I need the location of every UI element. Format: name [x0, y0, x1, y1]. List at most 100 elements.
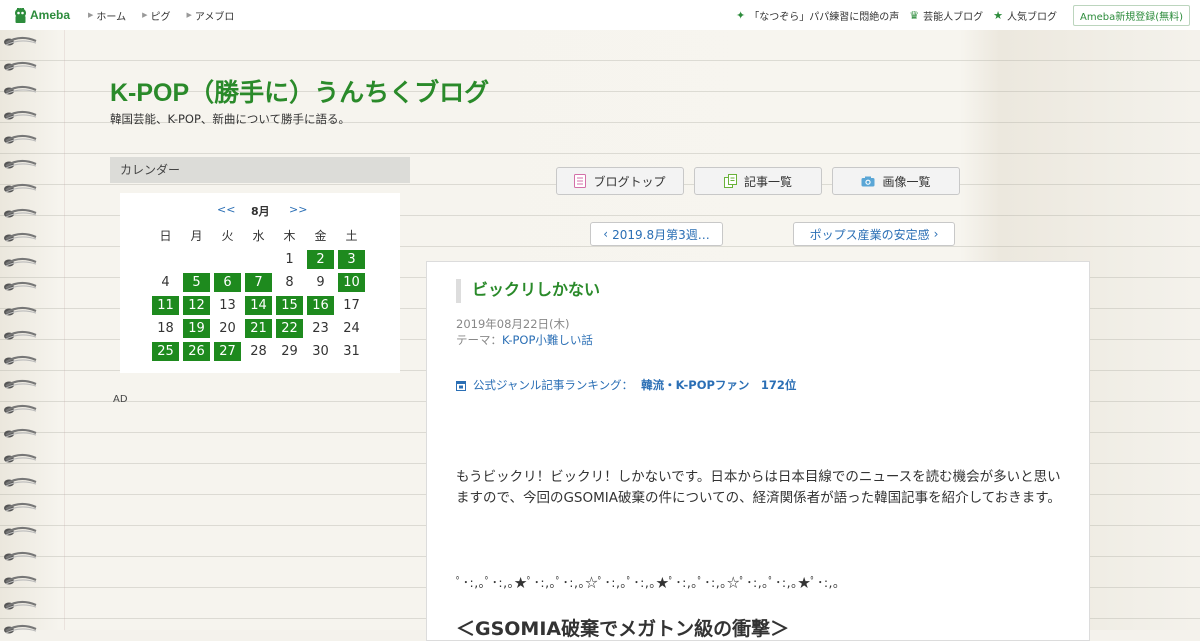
- spiral-ring: [2, 425, 38, 438]
- calendar-day-link[interactable]: 10: [338, 273, 365, 292]
- ranking-value: 韓流・K-POPファン 172位: [641, 378, 797, 392]
- calendar-widget: << 8月 >> 日月火水木金土 1 2 3 4 5 6 7 8 9 10 11 12 13 14 15 16 1…: [120, 193, 400, 373]
- ad-label: AD: [113, 394, 128, 405]
- calendar-day: 23: [312, 321, 329, 336]
- spiral-ring: [2, 156, 38, 169]
- spiral-ring: [2, 474, 38, 487]
- spiral-ring: [2, 401, 38, 414]
- article-list-button[interactable]: 記事一覧: [694, 167, 822, 195]
- caret-right-icon: ▶: [142, 11, 148, 19]
- star-icon: ★: [993, 8, 1003, 22]
- prev-entry-link[interactable]: ‹ 2019.8月第3週…: [590, 222, 723, 246]
- nav-home-label: ホーム: [96, 11, 127, 23]
- celebrity-blog-link[interactable]: ♛ 芸能人ブログ: [909, 8, 983, 23]
- calendar-empty-cell: [245, 250, 272, 269]
- calendar-day: 8: [285, 275, 294, 290]
- entry-body: もうビックリ！ビックリ！しかないです。日本からは日本目線でのニュースを読む機会が…: [456, 469, 1061, 506]
- image-list-button[interactable]: 画像一覧: [832, 167, 960, 195]
- calendar-weekday: 木: [283, 229, 296, 243]
- spiral-ring: [2, 548, 38, 561]
- calendar-week-row: 18 19 20 21 22 23 24: [152, 319, 369, 342]
- spiral-ring: [2, 621, 38, 634]
- calendar-day-link[interactable]: 12: [183, 296, 210, 315]
- calendar-day: 1: [285, 252, 294, 267]
- calendar-day-link[interactable]: 25: [152, 342, 179, 361]
- nav-pigg[interactable]: ▶ ピグ: [142, 8, 170, 23]
- chevron-right-icon: ›: [933, 227, 939, 241]
- spiral-ring: [2, 82, 38, 95]
- copy-icon: [723, 174, 737, 188]
- calendar-day: 28: [250, 344, 267, 359]
- calendar-empty-cell: [152, 250, 179, 269]
- nav-ameblo[interactable]: ▶ アメブロ: [186, 8, 234, 23]
- blog-title[interactable]: K-POP（勝手に）うんちくブログ: [110, 73, 489, 109]
- calendar-day: 18: [157, 321, 174, 336]
- calendar-day-link[interactable]: 11: [152, 296, 179, 315]
- crown-icon: ♛: [909, 8, 920, 22]
- spiral-ring: [2, 278, 38, 291]
- calendar-month: 8月: [251, 205, 270, 218]
- spiral-ring: [2, 597, 38, 610]
- calendar-day-link[interactable]: 27: [214, 342, 241, 361]
- calendar-day-link[interactable]: 6: [214, 273, 241, 292]
- global-nav: ▶ ホーム ▶ ピグ ▶ アメブロ: [88, 0, 250, 30]
- calendar-day-link[interactable]: 22: [276, 319, 303, 338]
- theme-prefix: テーマ：: [456, 333, 502, 347]
- calendar-day-link[interactable]: 14: [245, 296, 272, 315]
- ameba-logo[interactable]: Ameba: [13, 5, 70, 25]
- calendar-day-link[interactable]: 15: [276, 296, 303, 315]
- spiral-ring: [2, 303, 38, 316]
- calendar-day-link[interactable]: 3: [338, 250, 365, 269]
- sparkle-icon: ✦: [736, 8, 746, 22]
- calendar-day: 24: [343, 321, 360, 336]
- margin-line: [64, 30, 65, 630]
- trending-topic-label: 「なつぞら」パパ練習に悶絶の声: [749, 11, 900, 23]
- calendar-weekday: 土: [345, 229, 358, 243]
- calendar-prev-month[interactable]: <<: [217, 203, 235, 216]
- calendar-day-link[interactable]: 16: [307, 296, 334, 315]
- image-list-label: 画像一覧: [882, 174, 931, 189]
- calendar-next-month[interactable]: >>: [289, 203, 307, 216]
- calendar-day: 4: [161, 275, 170, 290]
- calendar-day: 9: [316, 275, 325, 290]
- calendar-weekday: 火: [221, 229, 234, 243]
- calendar-day-link[interactable]: 7: [245, 273, 272, 292]
- nav-home[interactable]: ▶ ホーム: [88, 8, 126, 23]
- spiral-ring: [2, 205, 38, 218]
- theme-link[interactable]: K-POP小難しい話: [502, 333, 593, 347]
- calendar-nav: << 8月 >>: [120, 203, 400, 219]
- caret-right-icon: ▶: [186, 11, 192, 19]
- calendar-day-link[interactable]: 19: [183, 319, 210, 338]
- nav-ameblo-label: アメブロ: [194, 11, 235, 23]
- spiral-ring: [2, 131, 38, 144]
- ranking-link[interactable]: 公式ジャンル記事ランキング： 韓流・K-POPファン 172位: [456, 377, 796, 393]
- calendar-weekday-row: 日月火水木金土: [152, 227, 369, 250]
- spiral-ring: [2, 572, 38, 585]
- blog-top-label: ブログトップ: [593, 174, 666, 189]
- popular-blog-link[interactable]: ★ 人気ブログ: [993, 8, 1057, 23]
- calendar-empty-cell: [183, 250, 210, 269]
- next-entry-link[interactable]: ポップス産業の安定感 ›: [793, 222, 955, 246]
- header-links: ✦ 「なつぞら」パパ練習に悶絶の声 ♛ 芸能人ブログ ★ 人気ブログ Ameba新規登…: [736, 0, 1190, 30]
- celebrity-blog-label: 芸能人ブログ: [923, 11, 984, 23]
- blog-description: 韓国芸能、K-POP、新曲について勝手に語る。: [110, 112, 351, 126]
- spiral-ring: [2, 229, 38, 242]
- entry-title[interactable]: ビックリしかない: [456, 279, 600, 303]
- calendar-day: 17: [343, 298, 360, 313]
- register-button[interactable]: Ameba新規登録(無料): [1072, 4, 1190, 26]
- calendar-day-link[interactable]: 2: [307, 250, 334, 269]
- calendar-week-row: 4 5 6 7 8 9 10: [152, 273, 369, 296]
- logo-text: Ameba: [30, 8, 71, 22]
- calendar-day: 20: [219, 321, 236, 336]
- calendar-week-row: 11 12 13 14 15 16 17: [152, 296, 369, 319]
- document-icon: [574, 174, 587, 188]
- calendar-day-link[interactable]: 21: [245, 319, 272, 338]
- blog-top-button[interactable]: ブログトップ: [556, 167, 684, 195]
- calendar-day-link[interactable]: 26: [183, 342, 210, 361]
- calendar-day-link[interactable]: 5: [183, 273, 210, 292]
- nav-pigg-label: ピグ: [150, 11, 171, 23]
- next-entry-label: ポップス産業の安定感: [809, 227, 930, 242]
- trending-topic-link[interactable]: ✦ 「なつぞら」パパ練習に悶絶の声: [736, 8, 899, 23]
- spiral-ring: [2, 523, 38, 536]
- calendar-day: 30: [312, 344, 329, 359]
